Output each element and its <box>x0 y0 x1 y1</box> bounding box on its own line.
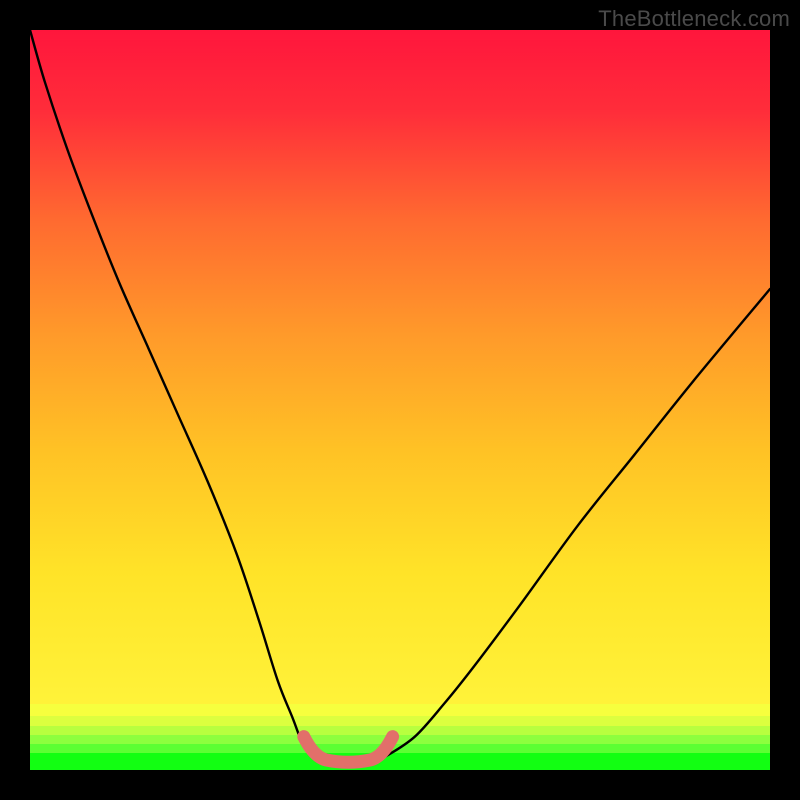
band-3 <box>30 726 770 735</box>
plot-area <box>30 30 770 770</box>
band-6 <box>30 753 770 770</box>
band-1 <box>30 704 770 716</box>
band-4 <box>30 735 770 744</box>
chart-stage: TheBottleneck.com <box>0 0 800 800</box>
chart-svg <box>0 0 800 800</box>
band-2 <box>30 716 770 726</box>
gradient-backdrop <box>30 30 770 708</box>
watermark-text: TheBottleneck.com <box>598 6 790 32</box>
